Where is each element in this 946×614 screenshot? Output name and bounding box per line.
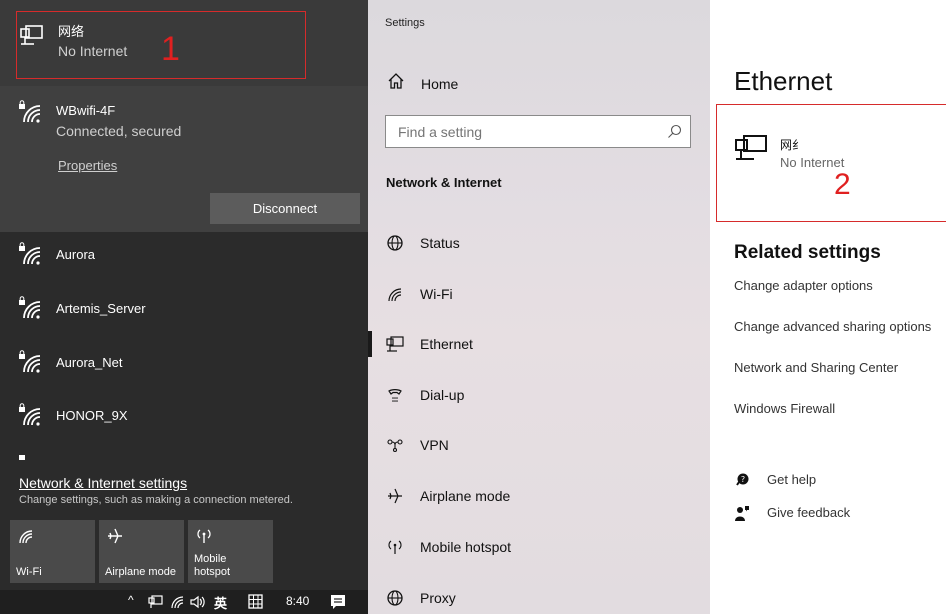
- hotspot-icon: [197, 529, 211, 543]
- globe-icon: [387, 235, 403, 251]
- nav-item-label: Proxy: [420, 590, 456, 606]
- nav-item-dialup[interactable]: Dial-up: [368, 372, 710, 418]
- properties-link[interactable]: Properties: [58, 158, 117, 173]
- clock-time[interactable]: 8:40: [286, 594, 309, 608]
- airplane-mode-tile-label: Airplane mode: [105, 566, 176, 578]
- ethernet-icon: [386, 336, 404, 352]
- wifi-network-name: Aurora_Net: [56, 355, 123, 370]
- page-title: Ethernet: [734, 66, 833, 96]
- nav-item-label: Mobile hotspot: [420, 539, 512, 555]
- change-advanced-sharing-link[interactable]: Change advanced sharing options: [734, 319, 931, 334]
- annotation-label-2: 2: [834, 168, 851, 201]
- connected-wifi-status: Connected, secured: [56, 123, 182, 139]
- wifi-network-name: HONOR_9X: [56, 408, 128, 423]
- mobile-hotspot-tile[interactable]: Mobile hotspot: [188, 520, 273, 583]
- search-box[interactable]: [385, 115, 691, 148]
- nav-item-wifi[interactable]: Wi-Fi: [368, 271, 710, 317]
- hotspot-label-line2: hotspot: [194, 566, 231, 578]
- keyboard-layout-icon[interactable]: [248, 594, 263, 609]
- nav-item-label: VPN: [420, 437, 449, 453]
- nav-item-label: Status: [420, 235, 460, 251]
- give-feedback-label: Give feedback: [767, 505, 851, 520]
- feedback-person-icon: [735, 506, 749, 521]
- nav-item-vpn[interactable]: VPN: [368, 422, 710, 468]
- wifi-network-item[interactable]: Aurora: [0, 232, 368, 278]
- wifi-network-item[interactable]: Aurora_Net: [0, 340, 368, 386]
- connected-wifi-item[interactable]: WBwifi-4F Connected, secured Properties …: [0, 86, 368, 232]
- selected-indicator: [368, 331, 372, 357]
- taskbar: ^ 英 8:40: [0, 590, 368, 614]
- airplane-icon: [108, 528, 122, 544]
- wifi-network-item[interactable]: Artemis_Server: [0, 286, 368, 332]
- windows-firewall-link[interactable]: Windows Firewall: [734, 401, 835, 416]
- nav-item-status[interactable]: Status: [368, 220, 710, 266]
- nav-item-label: Wi-Fi: [420, 286, 453, 302]
- ethernet-icon[interactable]: [148, 595, 163, 609]
- vpn-icon: [387, 439, 403, 453]
- secured-wifi-icon: [19, 403, 41, 426]
- airplane-mode-tile[interactable]: Airplane mode: [99, 520, 184, 583]
- secured-wifi-icon: [19, 242, 41, 265]
- related-settings-heading: Related settings: [734, 242, 881, 263]
- home-icon[interactable]: [387, 72, 405, 90]
- annotation-label-1: 1: [161, 30, 180, 68]
- airplane-icon: [388, 488, 402, 504]
- search-icon[interactable]: [667, 124, 682, 139]
- network-settings-description: Change settings, such as making a connec…: [19, 494, 293, 506]
- wifi-network-name: Aurora: [56, 247, 96, 262]
- network-sharing-center-link[interactable]: Network and Sharing Center: [734, 360, 898, 375]
- wifi-network-name: Artemis_Server: [56, 301, 146, 316]
- secured-wifi-icon: [19, 296, 41, 319]
- get-help-label: Get help: [767, 472, 817, 487]
- phone-icon: [388, 389, 402, 402]
- search-input[interactable]: [398, 122, 658, 142]
- wifi-tile-label: Wi-Fi: [16, 566, 42, 578]
- wifi-icon: [388, 288, 402, 302]
- mobile-hotspot-tile-label: Mobile hotspot: [194, 553, 230, 579]
- svg-text:?: ?: [741, 475, 745, 484]
- nav-item-airplane-mode[interactable]: Airplane mode: [368, 473, 710, 519]
- volume-icon[interactable]: [190, 595, 206, 609]
- chevron-up-icon[interactable]: ^: [128, 593, 134, 607]
- wifi-tile[interactable]: Wi-Fi: [10, 520, 95, 583]
- hotspot-icon: [388, 540, 402, 554]
- nav-item-mobile-hotspot[interactable]: Mobile hotspot: [368, 524, 710, 570]
- nav-item-label: Airplane mode: [420, 488, 511, 504]
- wifi-network-item[interactable]: HONOR_9X: [0, 393, 368, 439]
- nav-item-ethernet[interactable]: Ethernet: [368, 321, 710, 367]
- wifi-icon: [19, 530, 33, 544]
- ime-indicator[interactable]: 英: [214, 593, 227, 612]
- home-nav-item[interactable]: Home: [421, 76, 458, 92]
- ethernet-page: Ethernet 网纟 No Internet 2 Related settin…: [710, 0, 946, 614]
- section-title: Network & Internet: [386, 175, 502, 190]
- settings-navigation: Settings Home Network & Internet Status …: [368, 0, 710, 614]
- ethernet-connection-name[interactable]: 网纟: [780, 136, 804, 153]
- secured-wifi-icon: [19, 350, 41, 373]
- globe-icon: [387, 590, 403, 606]
- nav-item-proxy[interactable]: Proxy: [368, 575, 710, 614]
- notifications-icon[interactable]: [330, 594, 346, 610]
- help-chat-icon: ?: [736, 473, 749, 486]
- disconnect-button[interactable]: Disconnect: [210, 193, 360, 224]
- wifi-icon[interactable]: [170, 595, 185, 609]
- change-adapter-options-link[interactable]: Change adapter options: [734, 278, 873, 293]
- nav-item-label: Ethernet: [420, 336, 473, 352]
- connected-wifi-name: WBwifi-4F: [56, 103, 116, 118]
- network-internet-settings-link[interactable]: Network & Internet settings: [19, 475, 187, 491]
- network-flyout: 网络 No Internet 1 WBwifi-4F Connected, se…: [0, 0, 368, 614]
- secured-wifi-icon: [19, 455, 25, 460]
- hotspot-label-line1: Mobile: [194, 553, 227, 565]
- nav-item-label: Dial-up: [420, 387, 465, 403]
- ethernet-icon[interactable]: [734, 133, 768, 161]
- app-title: Settings: [385, 17, 425, 29]
- secured-wifi-icon: [19, 100, 41, 123]
